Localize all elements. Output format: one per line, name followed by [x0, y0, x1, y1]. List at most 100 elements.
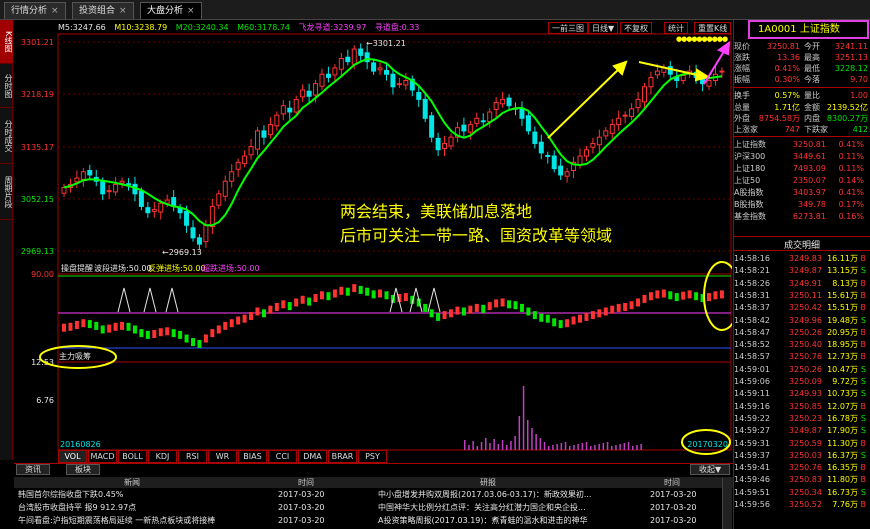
candle-body [113, 183, 119, 193]
trade-row: 14:59:01 3250.26 10.47万 S [734, 364, 868, 375]
trade-price: 3250.23 [788, 413, 822, 423]
close-icon[interactable]: × [51, 6, 59, 16]
indicator-bar [236, 316, 241, 325]
candle-body [190, 227, 196, 239]
index-row[interactable]: B股指数 349.78 0.17% [734, 199, 868, 210]
adjust-select[interactable]: 不复权 [620, 22, 652, 34]
trade-side: B [860, 278, 867, 288]
candle-body [680, 74, 686, 82]
index-row[interactable]: A股指数 3403.97 0.41% [734, 187, 868, 198]
news-item[interactable]: 午间看盘:沪指短期震荡格局延续 一新热点板块或将接棒 [18, 515, 215, 526]
volume-bar [581, 443, 584, 450]
trade-side: B [860, 401, 867, 411]
indicator-tab-psy[interactable]: PSY [358, 450, 387, 463]
tab-news[interactable]: 资讯 [16, 464, 50, 475]
trade-price: 3250.42 [788, 303, 822, 313]
volume-bar [560, 443, 563, 450]
volume-bar [522, 386, 525, 450]
trade-time: 14:59:01 [734, 364, 770, 374]
trade-side: S [860, 377, 866, 386]
trade-time: 14:58:37 [734, 303, 770, 313]
period-select[interactable]: 日线▼ [588, 22, 619, 34]
indicator-tab-vol[interactable]: VOL [58, 450, 87, 463]
indicator-tab-brar[interactable]: BRAR [328, 450, 357, 463]
indicator-bar [526, 307, 531, 316]
news-time: 2017-03-20 [278, 490, 325, 499]
volume-bar [598, 444, 600, 450]
indicator-tab-wr[interactable]: WR [208, 450, 237, 463]
tab-sectors[interactable]: 板块 [66, 464, 100, 475]
ma-legend: M5:3247.66 M10:3238.79 M20:3240.34 M60:3… [58, 22, 425, 34]
indicator-tab-kdj[interactable]: KDJ [148, 450, 177, 463]
tab-timeshare[interactable]: 分时图 [0, 64, 13, 108]
index-row[interactable]: 上证指数 3250.81 0.41% [734, 139, 868, 150]
trade-time: 14:59:22 [734, 413, 770, 423]
trade-price: 3250.09 [788, 377, 822, 386]
tab-portfolio[interactable]: 投资组合 × [72, 2, 134, 19]
collapse-button[interactable]: 收起▼ [690, 464, 731, 475]
candle-body [467, 124, 473, 133]
stat-button[interactable]: 统计 [664, 22, 688, 34]
indicator-bar [571, 316, 576, 325]
candle-body [338, 57, 344, 70]
indicator-bar [274, 303, 279, 311]
indicator-bar [423, 303, 428, 312]
candle-body [403, 80, 409, 86]
indicator-tab-macd[interactable]: MACD [88, 450, 117, 463]
news-item[interactable]: 台湾股市收盘持平 报9 912.97点 [18, 502, 136, 513]
symbol-header[interactable]: 1A0001 上证指数 [748, 20, 869, 39]
news-scrollbar[interactable] [722, 478, 732, 529]
research-item[interactable]: 中国神华大比例分红点评：关注高分红潜力国企和央企投... [378, 502, 586, 513]
trade-row: 14:59:22 3250.23 16.78万 S [734, 413, 868, 424]
volume-bar [627, 442, 630, 450]
trade-side: S [860, 389, 866, 399]
news-item[interactable]: 韩国首尔综指收盘下跌0.45% [18, 489, 123, 500]
candle-body [151, 209, 157, 212]
index-row[interactable]: 上证180 7493.09 0.11% [734, 163, 868, 174]
trade-volume: 10.73万 [827, 389, 858, 399]
candle-body [642, 86, 647, 103]
indicator-bar [261, 309, 266, 318]
tab-kline[interactable]: K线图 [0, 20, 13, 64]
tab-tick-trades[interactable]: 分时成交 [0, 108, 13, 164]
indicator-tab-bias[interactable]: BIAS [238, 450, 267, 463]
research-item[interactable]: A投资策略周报(2017.03.19)：煮青蛙的温水和进击的神华 [378, 515, 588, 526]
candle-body [609, 124, 615, 134]
tab-market-analysis[interactable]: 行情分析 × [4, 2, 66, 19]
price-axis-label: 3218.19 [21, 90, 54, 99]
indicator-tab-cci[interactable]: CCI [268, 450, 297, 463]
indicator-bar [365, 287, 370, 296]
trade-time: 14:58:16 [734, 254, 770, 263]
tab-period-segment[interactable]: 周期片段 [0, 164, 13, 220]
indicator-tab-rsi[interactable]: RSI [178, 450, 207, 463]
candle-body [603, 130, 609, 137]
index-row[interactable]: 沪深300 3449.61 0.11% [734, 151, 868, 162]
close-icon[interactable]: × [119, 6, 127, 16]
trade-price: 3250.59 [788, 438, 822, 448]
ma20-value: M20:3240.34 [175, 23, 229, 32]
indicator-bar [320, 291, 324, 300]
separator [734, 250, 870, 251]
indicator-tab-boll[interactable]: BOLL [118, 450, 147, 463]
indicator-tab-dma[interactable]: DMA [298, 450, 327, 463]
close-icon[interactable]: × [187, 6, 195, 16]
trade-time: 14:59:56 [734, 500, 770, 509]
indicator-bar [171, 329, 176, 338]
index-row[interactable]: 基金指数 6273.81 0.16% [734, 211, 868, 222]
indicator-bar [642, 294, 647, 303]
reset-kline-button[interactable]: 重置K线 [694, 22, 732, 34]
indicator-bar [68, 322, 73, 331]
kline-chart[interactable]: 3301.21 3218.19 3135.17 3052.15 2969.13 … [14, 20, 732, 460]
candle-body [196, 237, 202, 245]
indicator-bar [687, 290, 692, 299]
trade-volume: 17.90万 [827, 426, 858, 436]
indicator-bar [674, 293, 679, 302]
tab-index-analysis[interactable]: 大盘分析 × [140, 2, 202, 19]
research-item[interactable]: 中小盘增发并购双周报(2017.03.06-03.17)：新政效果初... [378, 489, 591, 500]
index-row[interactable]: 上证50 2350.07 0.14% [734, 175, 868, 186]
layout-button[interactable]: 一前三图 [548, 22, 588, 34]
indicator-bars [62, 284, 724, 348]
trade-volume: 16.78万 [827, 413, 858, 423]
news-time: 2017-03-20 [278, 516, 325, 525]
trade-volume: 16.11万 [827, 254, 858, 263]
